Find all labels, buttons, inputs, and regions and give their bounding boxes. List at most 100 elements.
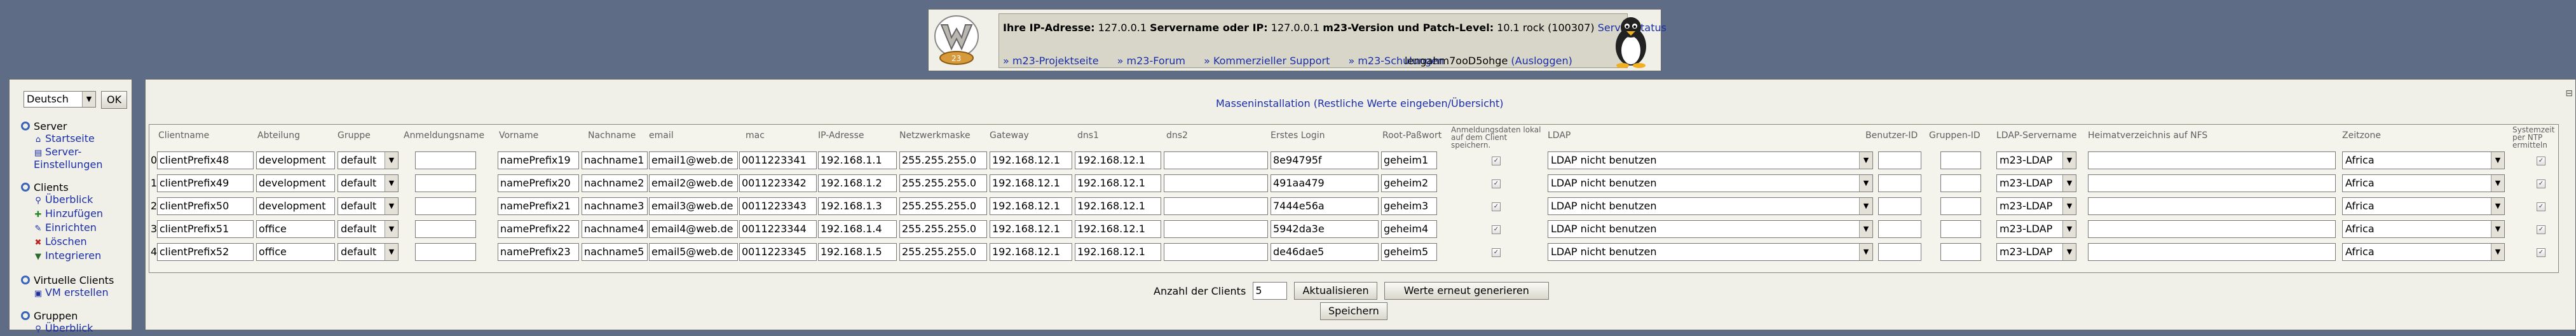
ldap-select[interactable]: LDAP nicht benutzen ▼ bbox=[1548, 174, 1873, 192]
ldap-select[interactable]: LDAP nicht benutzen ▼ bbox=[1548, 197, 1873, 215]
ntp-checkbox[interactable]: ✓ bbox=[2537, 248, 2545, 257]
collapse-icon[interactable]: ⊟ bbox=[2565, 88, 2573, 99]
ldap-servername-select[interactable]: m23-LDAP ▼ bbox=[1996, 197, 2076, 215]
anmeldedaten-checkbox[interactable]: ✓ bbox=[1492, 202, 1501, 211]
nachname-field[interactable]: nachname5 bbox=[582, 243, 648, 261]
project-page-link[interactable]: » m23-Projektseite bbox=[1003, 55, 1099, 67]
anmeldungsname-field[interactable] bbox=[415, 243, 476, 261]
clientname-field[interactable]: clientPrefix48 bbox=[157, 151, 254, 169]
benutzer-id-field[interactable] bbox=[1878, 220, 1921, 238]
ip-field[interactable]: 192.168.1.4 bbox=[818, 220, 897, 238]
ntp-checkbox[interactable]: ✓ bbox=[2537, 202, 2545, 211]
netmask-field[interactable]: 255.255.255.0 bbox=[899, 151, 987, 169]
ldap-servername-select[interactable]: m23-LDAP ▼ bbox=[1996, 243, 2076, 261]
erster-login-field[interactable]: 491aa479 bbox=[1271, 174, 1379, 192]
benutzer-id-field[interactable] bbox=[1878, 197, 1921, 215]
netmask-field[interactable]: 255.255.255.0 bbox=[899, 220, 987, 238]
benutzer-id-field[interactable] bbox=[1878, 243, 1921, 261]
mac-field[interactable]: 0011223342 bbox=[739, 174, 817, 192]
sidebar-item-clients-ueberblick[interactable]: ⚲ Überblick bbox=[34, 193, 103, 207]
heimat-field[interactable] bbox=[2088, 243, 2336, 261]
gruppen-id-field[interactable] bbox=[1940, 220, 1981, 238]
gateway-field[interactable]: 192.168.12.1 bbox=[990, 151, 1072, 169]
erster-login-field[interactable]: 5942da3e bbox=[1271, 220, 1379, 238]
sidebar-item-startseite[interactable]: ⌂ Startseite bbox=[34, 132, 110, 146]
email-field[interactable]: email3@web.de bbox=[649, 197, 738, 215]
save-button[interactable]: Speichern bbox=[1320, 302, 1387, 320]
benutzer-id-field[interactable] bbox=[1878, 151, 1921, 169]
erster-login-field[interactable]: de46dae5 bbox=[1271, 243, 1379, 261]
heimat-field[interactable] bbox=[2088, 197, 2336, 215]
ldap-servername-select[interactable]: m23-LDAP ▼ bbox=[1996, 220, 2076, 238]
dns2-field[interactable] bbox=[1164, 151, 1268, 169]
gruppen-id-field[interactable] bbox=[1940, 243, 1981, 261]
dns2-field[interactable] bbox=[1164, 220, 1268, 238]
gateway-field[interactable]: 192.168.12.1 bbox=[990, 197, 1072, 215]
vorname-field[interactable]: namePrefix19 bbox=[498, 151, 579, 169]
sidebar-item-server-einstellungen[interactable]: ▤ Server-Einstellungen bbox=[34, 146, 110, 171]
heimat-field[interactable] bbox=[2088, 174, 2336, 192]
ntp-checkbox[interactable]: ✓ bbox=[2537, 225, 2545, 234]
benutzer-id-field[interactable] bbox=[1878, 174, 1921, 192]
sidebar-item-gruppen-ueberblick[interactable]: ⚲ Überblick bbox=[34, 322, 93, 336]
nachname-field[interactable]: nachname3 bbox=[582, 197, 648, 215]
support-link[interactable]: » Kommerzieller Support bbox=[1204, 55, 1330, 67]
gruppe-select[interactable]: default ▼ bbox=[337, 174, 399, 192]
ntp-checkbox[interactable]: ✓ bbox=[2537, 157, 2545, 165]
ip-field[interactable]: 192.168.1.3 bbox=[818, 197, 897, 215]
abteilung-field[interactable]: development bbox=[256, 174, 335, 192]
dns1-field[interactable]: 192.168.12.1 bbox=[1075, 151, 1161, 169]
root-passwort-field[interactable]: geheim2 bbox=[1381, 174, 1437, 192]
mac-field[interactable]: 0011223344 bbox=[739, 220, 817, 238]
email-field[interactable]: email1@web.de bbox=[649, 151, 738, 169]
abteilung-field[interactable]: office bbox=[256, 243, 335, 261]
gruppe-select[interactable]: default ▼ bbox=[337, 197, 399, 215]
netmask-field[interactable]: 255.255.255.0 bbox=[899, 243, 987, 261]
regenerate-button[interactable]: Werte erneut generieren bbox=[1384, 282, 1549, 300]
gruppe-select[interactable]: default ▼ bbox=[337, 243, 399, 261]
dns2-field[interactable] bbox=[1164, 174, 1268, 192]
sidebar-item-loeschen[interactable]: ✖ Löschen bbox=[34, 235, 103, 249]
client-count-input[interactable]: 5 bbox=[1253, 282, 1288, 300]
vorname-field[interactable]: namePrefix22 bbox=[498, 220, 579, 238]
ip-field[interactable]: 192.168.1.5 bbox=[818, 243, 897, 261]
zeitzone-select[interactable]: Africa ▼ bbox=[2342, 151, 2505, 169]
ldap-servername-select[interactable]: m23-LDAP ▼ bbox=[1996, 174, 2076, 192]
ok-button[interactable]: OK bbox=[101, 91, 128, 109]
clientname-field[interactable]: clientPrefix50 bbox=[157, 197, 254, 215]
gateway-field[interactable]: 192.168.12.1 bbox=[990, 174, 1072, 192]
dns1-field[interactable]: 192.168.12.1 bbox=[1075, 197, 1161, 215]
abteilung-field[interactable]: development bbox=[256, 151, 335, 169]
gruppe-select[interactable]: default ▼ bbox=[337, 151, 399, 169]
update-button[interactable]: Aktualisieren bbox=[1294, 282, 1377, 300]
clientname-field[interactable]: clientPrefix52 bbox=[157, 243, 254, 261]
sidebar-item-integrieren[interactable]: ▼ Integrieren bbox=[34, 249, 103, 263]
vorname-field[interactable]: namePrefix21 bbox=[498, 197, 579, 215]
erster-login-field[interactable]: 8e94795f bbox=[1271, 151, 1379, 169]
ip-field[interactable]: 192.168.1.1 bbox=[818, 151, 897, 169]
gruppen-id-field[interactable] bbox=[1940, 151, 1981, 169]
anmeldedaten-checkbox[interactable]: ✓ bbox=[1492, 225, 1501, 234]
nachname-field[interactable]: nachname4 bbox=[582, 220, 648, 238]
dns1-field[interactable]: 192.168.12.1 bbox=[1075, 220, 1161, 238]
vorname-field[interactable]: namePrefix20 bbox=[498, 174, 579, 192]
dns1-field[interactable]: 192.168.12.1 bbox=[1075, 174, 1161, 192]
ldap-select[interactable]: LDAP nicht benutzen ▼ bbox=[1548, 220, 1873, 238]
zeitzone-select[interactable]: Africa ▼ bbox=[2342, 174, 2505, 192]
anmeldedaten-checkbox[interactable]: ✓ bbox=[1492, 248, 1501, 257]
root-passwort-field[interactable]: geheim3 bbox=[1381, 197, 1437, 215]
anmeldungsname-field[interactable] bbox=[415, 197, 476, 215]
dns2-field[interactable] bbox=[1164, 197, 1268, 215]
anmeldungsname-field[interactable] bbox=[415, 220, 476, 238]
root-passwort-field[interactable]: geheim4 bbox=[1381, 220, 1437, 238]
netmask-field[interactable]: 255.255.255.0 bbox=[899, 197, 987, 215]
anmeldungsname-field[interactable] bbox=[415, 174, 476, 192]
forum-link[interactable]: » m23-Forum bbox=[1117, 55, 1185, 67]
language-select[interactable]: Deutsch ▼ bbox=[24, 91, 96, 108]
gruppen-id-field[interactable] bbox=[1940, 174, 1981, 192]
vorname-field[interactable]: namePrefix23 bbox=[498, 243, 579, 261]
dns2-field[interactable] bbox=[1164, 243, 1268, 261]
abteilung-field[interactable]: development bbox=[256, 197, 335, 215]
gruppe-select[interactable]: default ▼ bbox=[337, 220, 399, 238]
heimat-field[interactable] bbox=[2088, 151, 2336, 169]
